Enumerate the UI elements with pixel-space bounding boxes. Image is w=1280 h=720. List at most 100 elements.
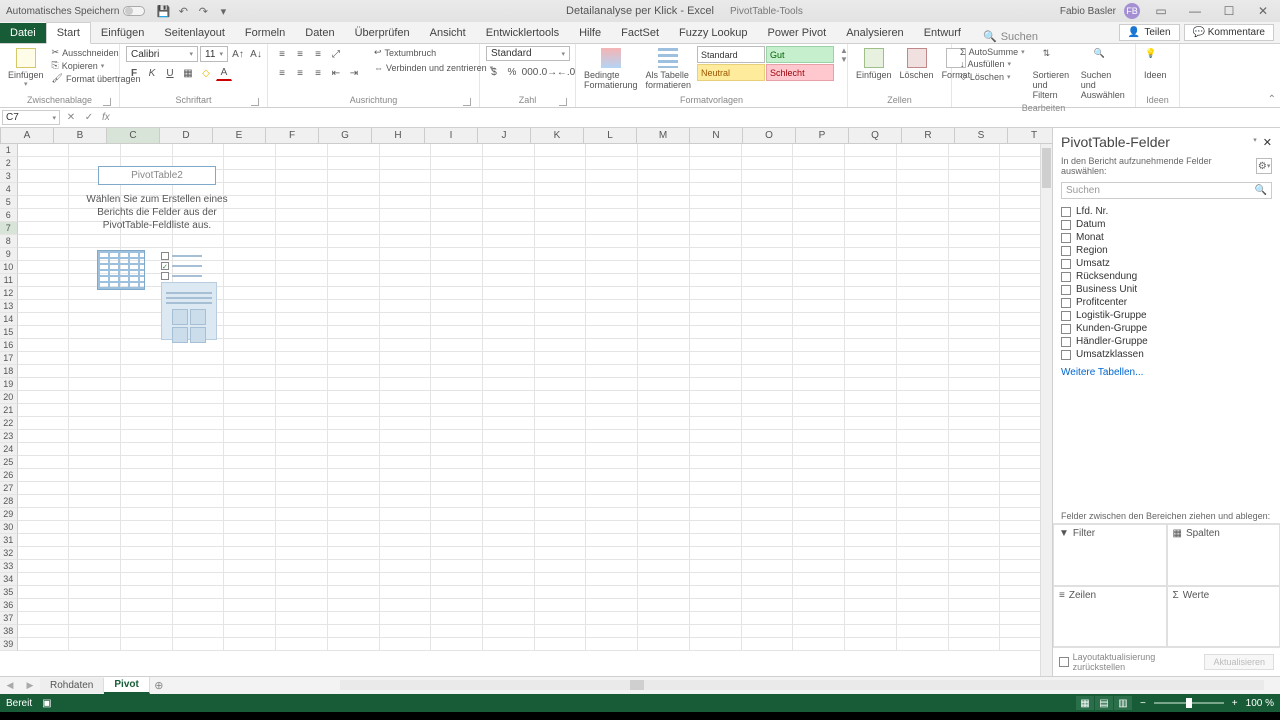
cell[interactable]: [431, 599, 483, 612]
field-checkbox[interactable]: [1061, 350, 1071, 360]
cell[interactable]: [173, 417, 225, 430]
cell[interactable]: [897, 482, 949, 495]
cell[interactable]: [690, 586, 742, 599]
cell[interactable]: [535, 339, 587, 352]
shrink-font-button[interactable]: A↓: [248, 46, 264, 62]
cell[interactable]: [276, 430, 328, 443]
cell[interactable]: [431, 300, 483, 313]
cell[interactable]: [380, 157, 432, 170]
cell[interactable]: [742, 300, 794, 313]
cell[interactable]: [18, 326, 70, 339]
cell[interactable]: [949, 352, 1001, 365]
cell[interactable]: [173, 443, 225, 456]
cell[interactable]: [69, 378, 121, 391]
cell[interactable]: [328, 235, 380, 248]
cell[interactable]: [638, 378, 690, 391]
cell[interactable]: [483, 196, 535, 209]
column-header[interactable]: Q: [849, 128, 902, 143]
cell[interactable]: [18, 482, 70, 495]
cell[interactable]: [535, 638, 587, 651]
cell[interactable]: [845, 534, 897, 547]
cell[interactable]: [586, 170, 638, 183]
column-header[interactable]: J: [478, 128, 531, 143]
cell[interactable]: [18, 560, 70, 573]
cell[interactable]: [793, 365, 845, 378]
cell[interactable]: [431, 612, 483, 625]
cell[interactable]: [845, 196, 897, 209]
cell[interactable]: [897, 430, 949, 443]
cell[interactable]: [121, 534, 173, 547]
cell[interactable]: [483, 547, 535, 560]
cell[interactable]: [535, 599, 587, 612]
tab-help[interactable]: Hilfe: [569, 23, 611, 43]
cell[interactable]: [276, 300, 328, 313]
cell[interactable]: [949, 287, 1001, 300]
cell[interactable]: [638, 248, 690, 261]
cell[interactable]: [742, 378, 794, 391]
cell[interactable]: [793, 209, 845, 222]
cell[interactable]: [690, 599, 742, 612]
cell[interactable]: [897, 300, 949, 313]
cell[interactable]: [638, 586, 690, 599]
cell[interactable]: [586, 365, 638, 378]
row-header[interactable]: 14: [0, 313, 18, 326]
cell[interactable]: [897, 183, 949, 196]
cell[interactable]: [121, 586, 173, 599]
cell[interactable]: [638, 196, 690, 209]
row-header[interactable]: 20: [0, 391, 18, 404]
cell[interactable]: [742, 248, 794, 261]
fx-icon[interactable]: fx: [102, 112, 110, 123]
more-tables-link[interactable]: Weitere Tabellen...: [1053, 363, 1280, 382]
cell[interactable]: [638, 261, 690, 274]
cell[interactable]: [586, 391, 638, 404]
cell[interactable]: [121, 612, 173, 625]
cell[interactable]: [18, 261, 70, 274]
cell[interactable]: [949, 443, 1001, 456]
sort-filter-button[interactable]: ⇅Sortieren und Filtern: [1031, 46, 1075, 102]
cell[interactable]: [586, 430, 638, 443]
cell[interactable]: [483, 313, 535, 326]
tab-data[interactable]: Daten: [295, 23, 344, 43]
cell[interactable]: [845, 391, 897, 404]
align-top-button[interactable]: ≡: [274, 46, 290, 62]
cell[interactable]: [535, 495, 587, 508]
percent-button[interactable]: %: [504, 64, 520, 80]
cell[interactable]: [638, 625, 690, 638]
cell[interactable]: [224, 482, 276, 495]
cell[interactable]: [431, 326, 483, 339]
cell[interactable]: [431, 170, 483, 183]
cell[interactable]: [380, 378, 432, 391]
pivot-field[interactable]: Region: [1061, 244, 1272, 257]
cell[interactable]: [535, 521, 587, 534]
number-format-select[interactable]: Standard▾: [486, 46, 570, 61]
cell[interactable]: [845, 560, 897, 573]
cell[interactable]: [535, 391, 587, 404]
cell[interactable]: [690, 482, 742, 495]
cell[interactable]: [638, 339, 690, 352]
row-header[interactable]: 16: [0, 339, 18, 352]
cell[interactable]: [690, 573, 742, 586]
launcher-icon[interactable]: [103, 98, 111, 106]
cell[interactable]: [483, 508, 535, 521]
cell[interactable]: [276, 196, 328, 209]
cell[interactable]: [431, 625, 483, 638]
cell[interactable]: [845, 352, 897, 365]
cell[interactable]: [380, 599, 432, 612]
cell[interactable]: [69, 365, 121, 378]
cell[interactable]: [638, 157, 690, 170]
cell[interactable]: [845, 183, 897, 196]
cell[interactable]: [949, 339, 1001, 352]
row-header[interactable]: 26: [0, 469, 18, 482]
new-sheet-button[interactable]: ⊕: [150, 679, 168, 692]
cell[interactable]: [121, 469, 173, 482]
cell[interactable]: [276, 573, 328, 586]
cell[interactable]: [173, 625, 225, 638]
cell[interactable]: [380, 196, 432, 209]
cell[interactable]: [845, 482, 897, 495]
pivot-field[interactable]: Rücksendung: [1061, 270, 1272, 283]
cell[interactable]: [18, 170, 70, 183]
cell[interactable]: [431, 430, 483, 443]
cell[interactable]: [535, 482, 587, 495]
cell[interactable]: [483, 157, 535, 170]
cell[interactable]: [431, 417, 483, 430]
